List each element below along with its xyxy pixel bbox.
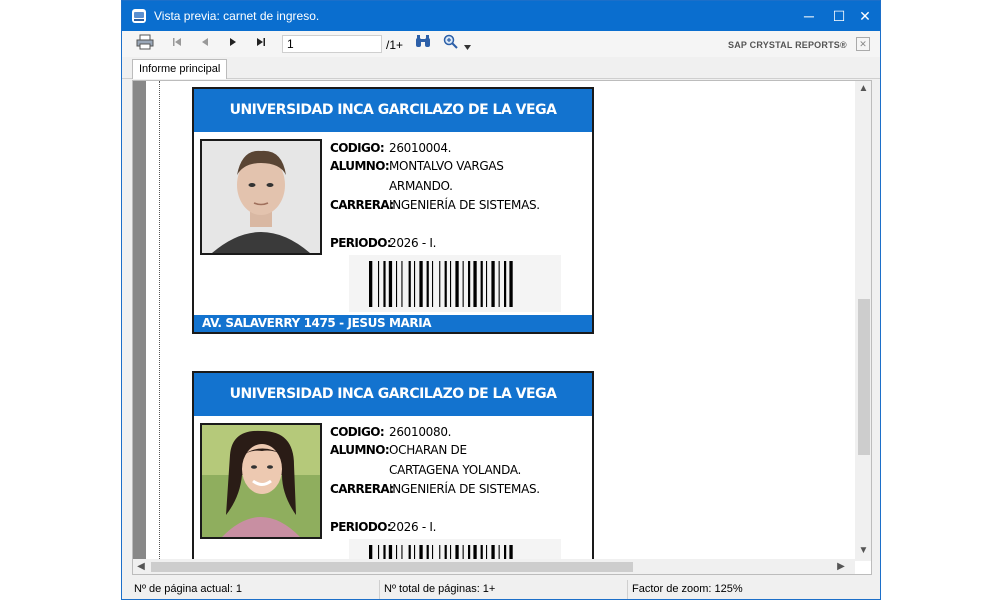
next-page-button[interactable]	[222, 34, 244, 54]
page-margin-guide	[159, 81, 160, 561]
status-current-page: Nº de página actual: 1	[130, 580, 380, 599]
carrera-label: CARRERA:	[330, 198, 394, 212]
toolbar: 1 /1+ SAP CRYSTAL REPORTS® ✕	[122, 31, 880, 57]
close-button[interactable]: ✕	[850, 1, 880, 31]
title-bar: Vista previa: carnet de ingreso. ─ ☐ ✕	[122, 1, 880, 31]
app-icon	[132, 9, 146, 23]
tab-bar: Informe principal	[122, 57, 880, 79]
card-header: UNIVERSIDAD INCA GARCILAZO DE LA VEGA	[194, 373, 592, 416]
barcode	[349, 255, 561, 312]
student-photo-image	[202, 425, 320, 537]
scroll-up-icon[interactable]: ▲	[855, 81, 871, 97]
vertical-scrollbar[interactable]: ▲ ▼	[855, 81, 871, 561]
codigo-value: 26010080.	[389, 425, 452, 439]
prev-page-button[interactable]	[194, 34, 216, 54]
student-photo	[200, 423, 322, 539]
alumno-label: ALUMNO:	[330, 159, 390, 173]
horizontal-scroll-thumb[interactable]	[151, 562, 633, 572]
chevron-down-icon	[464, 44, 472, 50]
print-button[interactable]	[134, 34, 156, 54]
status-zoom: Factor de zoom: 125%	[632, 583, 743, 595]
binoculars-icon	[416, 35, 430, 47]
printer-icon	[136, 34, 154, 50]
alumno-value-line2: ARMANDO.	[389, 179, 453, 193]
minimize-button[interactable]: ─	[794, 1, 824, 31]
tab-main-report[interactable]: Informe principal	[132, 59, 228, 79]
scroll-right-icon[interactable]: ▶	[833, 559, 849, 574]
window-title: Vista previa: carnet de ingreso.	[154, 9, 320, 23]
card-footer-address: AV. SALAVERRY 1475 - JESUS MARIA	[194, 315, 592, 332]
codigo-label: CODIGO:	[330, 425, 385, 439]
first-page-icon	[173, 38, 181, 46]
status-total-pages: Nº total de páginas: 1+	[380, 580, 628, 599]
find-button[interactable]	[412, 34, 434, 54]
student-card: UNIVERSIDAD INCA GARCILAZO DE LA VEGA CO…	[192, 371, 594, 574]
brand-close-icon[interactable]: ✕	[856, 37, 870, 51]
zoom-button[interactable]	[440, 34, 474, 54]
brand-label: SAP CRYSTAL REPORTS®	[728, 40, 847, 50]
periodo-label: PERIODO:	[330, 236, 392, 250]
periodo-value: 2026 - I.	[389, 520, 437, 534]
last-page-icon	[257, 38, 265, 46]
barcode-bars	[369, 261, 513, 307]
zoom-icon	[443, 34, 458, 49]
prev-page-icon	[202, 38, 208, 46]
card-header: UNIVERSIDAD INCA GARCILAZO DE LA VEGA	[194, 89, 592, 132]
alumno-value-line2: CARTAGENA YOLANDA.	[389, 463, 522, 477]
codigo-label: CODIGO:	[330, 141, 385, 155]
first-page-button[interactable]	[166, 34, 188, 54]
periodo-value: 2026 - I.	[389, 236, 437, 250]
scroll-left-icon[interactable]: ◀	[133, 559, 149, 574]
last-page-button[interactable]	[250, 34, 272, 54]
horizontal-scrollbar[interactable]: ◀ ▶	[133, 559, 855, 574]
periodo-label: PERIODO:	[330, 520, 392, 534]
scroll-down-icon[interactable]: ▼	[855, 543, 871, 559]
codigo-value: 26010004.	[389, 141, 452, 155]
carrera-label: CARRERA:	[330, 482, 394, 496]
student-card: UNIVERSIDAD INCA GARCILAZO DE LA VEGA CO…	[192, 87, 594, 334]
page-number-input[interactable]: 1	[282, 35, 382, 53]
student-photo-image	[202, 141, 320, 253]
alumno-label: ALUMNO:	[330, 443, 390, 457]
next-page-icon	[230, 38, 236, 46]
page-total-label: /1+	[386, 38, 404, 52]
report-preview-window: Vista previa: carnet de ingreso. ─ ☐ ✕ 1…	[121, 0, 881, 600]
vertical-scroll-thumb[interactable]	[858, 299, 870, 455]
page-gutter	[133, 81, 146, 561]
alumno-value-line1: MONTALVO VARGAS	[389, 159, 504, 173]
student-photo	[200, 139, 322, 255]
carrera-value: INGENIERÍA DE SISTEMAS.	[389, 198, 540, 212]
report-viewport[interactable]: UNIVERSIDAD INCA GARCILAZO DE LA VEGA CO…	[132, 80, 872, 575]
alumno-value-line1: OCHARAN DE	[389, 443, 467, 457]
carrera-value: INGENIERÍA DE SISTEMAS.	[389, 482, 540, 496]
status-bar: Nº de página actual: 1 Nº total de págin…	[130, 580, 878, 599]
